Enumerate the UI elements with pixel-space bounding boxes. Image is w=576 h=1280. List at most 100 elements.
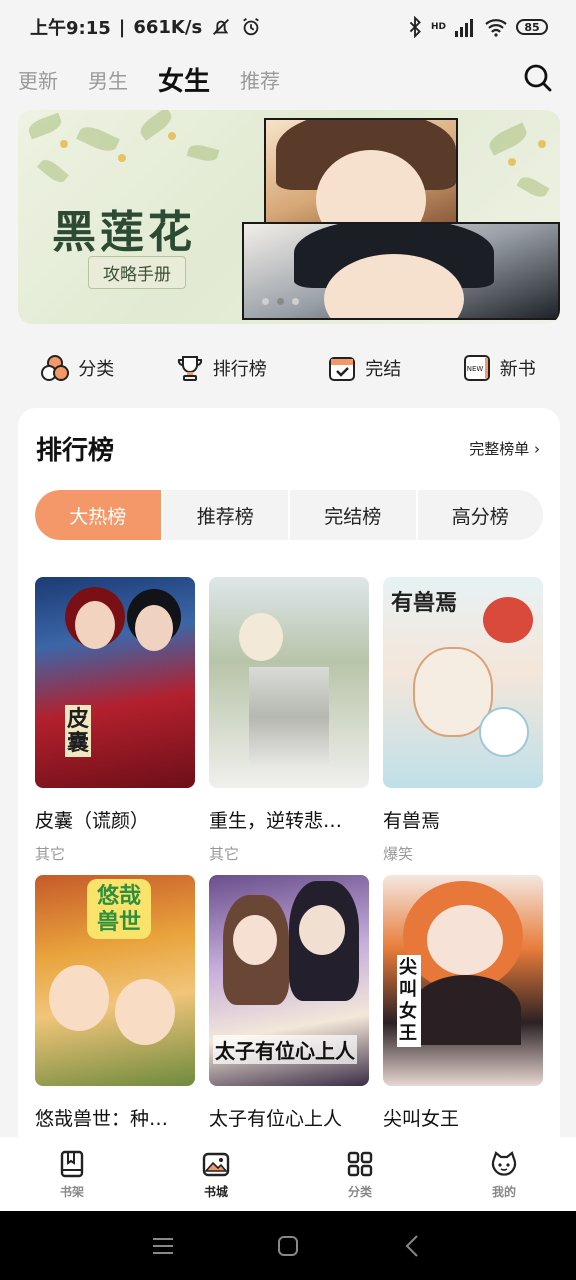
cover-title: 有兽焉 [391,590,458,616]
bottom-nav-category[interactable]: 分类 [310,1149,410,1200]
leaf-decoration [486,122,530,156]
status-time: 上午9:15 [30,18,111,39]
signal-hd-label: HD [430,22,446,32]
carousel-indicator [262,298,299,305]
fan-prop [411,975,521,1045]
book-genre: 爆笑 [383,845,414,863]
leaf-decoration [37,155,69,187]
book-card[interactable]: 重生，逆转悲… 其它 [209,577,369,864]
profile-icon [491,1150,517,1176]
leaf-decoration [516,173,550,201]
banner-title: 黑莲花 [52,207,196,258]
new-book-icon: NEW [463,355,490,381]
quick-nav-label: 完结 [365,359,402,380]
category-icon [41,355,70,381]
book-cover: 太子有位心上人 [209,875,369,1086]
book-card[interactable]: 悠哉兽世 悠哉兽世：种… [35,875,195,1131]
svg-text:NEW: NEW [466,365,483,373]
home-icon[interactable] [274,1232,302,1260]
book-title: 皮囊（谎颜） [35,810,150,832]
bottom-nav-label: 书架 [59,1184,84,1199]
alarm-icon [243,17,260,36]
book-cover: 尖叫女王 [383,875,543,1086]
character-face [427,905,503,975]
banner-subtitle: 攻略手册 [88,256,186,289]
book-card[interactable]: 有兽焉 有兽焉 爆笑 [383,577,543,864]
bottom-nav-bookstore[interactable]: 书城 [166,1149,266,1200]
tab-recommend[interactable]: 推荐 [240,65,280,94]
tab-updates[interactable]: 更新 [18,65,58,94]
menu-icon[interactable] [149,1232,177,1260]
back-icon[interactable] [399,1232,427,1260]
book-cover: 有兽焉 [383,577,543,788]
flower-decoration [168,132,176,140]
bottom-nav-label: 书城 [203,1184,228,1199]
flower-decoration [60,140,68,148]
quick-nav: 分类 排行榜 完结 NEW 新书 [0,340,576,396]
bottom-nav-bookshelf[interactable]: 书架 [22,1149,122,1200]
tab-male[interactable]: 男生 [88,65,128,94]
blur-block [249,667,329,767]
battery-indicator: 85 [516,19,548,35]
bookshelf-icon [60,1150,84,1177]
wifi-icon [485,19,507,37]
status-divider: | [118,16,126,38]
carousel-dot[interactable] [292,298,299,305]
cover-title: 皮囊 [65,705,91,757]
book-genre: 其它 [35,845,66,863]
flower-decoration [118,154,126,162]
system-nav-bar [0,1211,576,1280]
quick-nav-label: 排行榜 [212,359,267,380]
book-cover [209,577,369,788]
ranking-tab-completed[interactable]: 完结榜 [290,490,418,540]
status-bar: 上午9:15 | 661K/s HD 85 [0,0,576,54]
quick-nav-ranking[interactable]: 排行榜 [175,353,267,383]
quick-nav-label: 新书 [499,359,536,380]
book-card[interactable]: 皮囊 皮囊（谎颜） 其它 [35,577,195,864]
book-genre: 其它 [209,845,240,863]
chevron-right-icon: › [534,440,540,458]
book-cover: 悠哉兽世 [35,875,195,1086]
character-face [239,613,283,661]
bottom-nav-profile[interactable]: 我的 [454,1149,554,1200]
ranking-tab-hot[interactable]: 大热榜 [35,490,163,540]
book-card[interactable]: 太子有位心上人 太子有位心上人 [209,875,369,1131]
leaf-decoration [186,142,220,164]
quick-nav-completed[interactable]: 完结 [327,353,401,383]
book-title: 有兽焉 [383,810,441,832]
banner-art-panel-top [264,118,458,226]
book-title: 尖叫女王 [383,1108,460,1130]
bottom-nav: 书架 书城 分类 我的 [0,1137,576,1211]
flower-decoration [538,140,546,148]
creature-illustration [479,707,529,757]
cover-title: 太子有位心上人 [213,1035,357,1064]
bottom-nav-label: 我的 [491,1184,516,1199]
character-face [49,965,109,1031]
book-card[interactable]: 尖叫女王 尖叫女王 [383,875,543,1131]
grid-icon [347,1151,373,1176]
search-icon[interactable] [522,62,554,94]
promo-banner[interactable]: 黑莲花 攻略手册 [18,110,560,324]
status-right: HD 85 [407,16,548,38]
quick-nav-category[interactable]: 分类 [40,353,114,383]
status-speed: 661K/s [133,16,203,38]
character-face [115,979,175,1045]
bookstore-icon [202,1152,230,1176]
bluetooth-icon [409,16,421,38]
ranking-tab-recommend[interactable]: 推荐榜 [163,490,290,540]
tab-female[interactable]: 女生 [158,61,210,98]
creature-illustration [483,597,533,643]
character-face [135,605,173,651]
book-title: 重生，逆转悲… [209,810,343,832]
carousel-dot[interactable] [277,298,284,305]
trophy-icon [177,356,202,381]
quick-nav-newbooks[interactable]: NEW 新书 [462,353,536,383]
full-ranking-link[interactable]: 完整榜单 › [469,438,540,459]
banner-art-panel-bottom [242,222,560,320]
ranking-tab-top-rated[interactable]: 高分榜 [418,490,544,540]
character-face [75,601,115,649]
cell-signal-icon [455,19,473,37]
top-tabs: 更新 男生 女生 推荐 [0,54,576,104]
book-cover: 皮囊 [35,577,195,788]
carousel-dot[interactable] [262,298,269,305]
